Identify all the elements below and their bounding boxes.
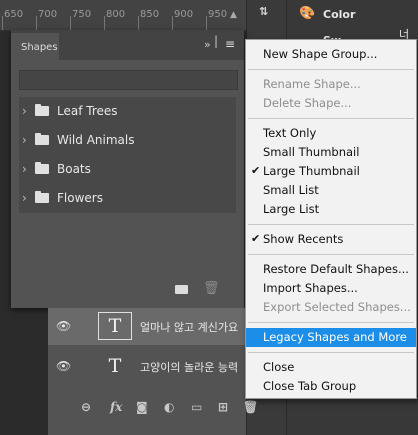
ruler-label: 750	[72, 9, 92, 20]
ruler-label: 950	[208, 9, 228, 20]
menu-item-large-list[interactable]: Large List	[246, 200, 416, 219]
color-label: Color	[323, 8, 356, 21]
fx-icon[interactable]: fx	[110, 400, 122, 414]
menu-item-label: Close Tab Group	[263, 379, 357, 393]
ruler-label: 850	[140, 9, 160, 20]
shape-group-label: Boats	[57, 162, 91, 176]
menu-item-label: Export Selected Shapes...	[263, 300, 411, 314]
text-layer-thumbnail: T	[108, 355, 122, 377]
folder-icon	[35, 133, 49, 145]
shape-group-row[interactable]: › Flowers	[19, 184, 236, 213]
separator-icon: |	[214, 34, 219, 48]
adjustment-icon[interactable]: ◐	[164, 400, 174, 414]
search-input[interactable]	[19, 70, 238, 90]
shape-group-row[interactable]: › Leaf Trees	[19, 97, 236, 126]
menu-item-rename-shape: Rename Shape...	[246, 75, 416, 94]
checkmark-icon: ✔	[251, 164, 261, 177]
text-layer-thumbnail: T	[98, 312, 132, 340]
collapse-icon[interactable]: »	[204, 38, 211, 51]
menu-item-export-selected-shapes: Export Selected Shapes...	[246, 298, 416, 317]
menu-item-label: Legacy Shapes and More	[263, 330, 407, 344]
mask-icon[interactable]: ◙	[136, 400, 148, 414]
chevron-right-icon[interactable]: ›	[22, 133, 27, 147]
layers-panel: 👁 T 얼마나 않고 계신가요 👁 T 고양이의 놀라운 능력 ⊖ fx ◙ ◐…	[48, 308, 258, 435]
horizontal-ruler[interactable]: 650 700 750 800 850 900 950 ▲	[0, 0, 246, 31]
menu-item-label: Import Shapes...	[263, 281, 358, 295]
menu-item-text-only[interactable]: Text Only	[246, 124, 416, 143]
menu-separator	[248, 254, 414, 255]
layer-row[interactable]: 👁 T 얼마나 않고 계신가요	[48, 308, 246, 345]
menu-item-small-thumbnail[interactable]: Small Thumbnail	[246, 143, 416, 162]
checkmark-icon: ✔	[251, 232, 261, 245]
menu-item-label: Small Thumbnail	[263, 145, 360, 159]
shape-group-row[interactable]: › Boats	[19, 155, 236, 184]
ruler-label: 650	[4, 9, 24, 20]
shape-group-label: Flowers	[57, 191, 103, 205]
menu-item-label: Close	[263, 360, 295, 374]
eye-icon[interactable]: 👁	[56, 359, 71, 373]
tab-shapes[interactable]: Shapes	[11, 33, 59, 60]
eye-icon[interactable]: 👁	[56, 319, 71, 333]
menu-separator	[248, 69, 414, 70]
menu-item-legacy-shapes-and-more[interactable]: Legacy Shapes and More	[246, 328, 416, 347]
chevron-right-icon[interactable]: ›	[22, 162, 27, 176]
folder-icon[interactable]: ▭	[191, 400, 202, 414]
folder-icon	[35, 191, 49, 203]
shapes-panel-footer: 🗑	[11, 274, 244, 308]
menu-item-close[interactable]: Close	[246, 358, 416, 377]
menu-item-label: Rename Shape...	[263, 77, 361, 91]
ruler-label: 700	[38, 9, 58, 20]
menu-item-label: Restore Default Shapes...	[263, 262, 409, 276]
menu-item-label: Show Recents	[263, 232, 344, 246]
folder-icon	[35, 104, 49, 116]
sort-icon[interactable]: ⇅	[259, 5, 268, 18]
shapes-title: Shapes	[21, 42, 58, 53]
menu-item-large-thumbnail[interactable]: ✔ Large Thumbnail	[246, 162, 416, 181]
panel-menu-icon[interactable]: ≡	[225, 37, 235, 51]
shape-group-label: Wild Animals	[57, 133, 135, 147]
layer-row[interactable]: 👁 T 고양이의 놀라운 능력	[48, 351, 246, 381]
ruler-collapse-icon[interactable]: ▲	[230, 10, 237, 20]
menu-separator	[248, 352, 414, 353]
shapes-panel: Shapes » | ≡ › Leaf Trees › Wild Animals…	[11, 30, 244, 308]
shape-group-label: Leaf Trees	[57, 104, 118, 118]
shape-group-row[interactable]: › Wild Animals	[19, 126, 236, 155]
ruler-label: 900	[174, 9, 194, 20]
palette-icon: 🎨	[299, 6, 316, 21]
new-layer-icon[interactable]: ⊞	[218, 400, 228, 414]
ruler-label: 800	[106, 9, 126, 20]
menu-item-label: Small List	[263, 183, 319, 197]
chevron-right-icon[interactable]: ›	[22, 191, 27, 205]
menu-item-restore-default-shapes[interactable]: Restore Default Shapes...	[246, 260, 416, 279]
layers-footer: ⊖ fx ◙ ◐ ▭ ⊞ 🗑	[48, 392, 258, 422]
menu-item-label: Large Thumbnail	[263, 164, 360, 178]
layer-name[interactable]: 얼마나 않고 계신가요	[140, 319, 238, 335]
menu-item-new-shape-group[interactable]: New Shape Group...	[246, 45, 416, 64]
menu-separator	[248, 118, 414, 119]
menu-separator	[248, 224, 414, 225]
menu-item-show-recents[interactable]: ✔ Show Recents	[246, 230, 416, 249]
menu-item-import-shapes[interactable]: Import Shapes...	[246, 279, 416, 298]
trash-icon[interactable]: 🗑	[243, 400, 258, 414]
link-icon[interactable]: ⊖	[81, 400, 91, 414]
trash-icon[interactable]: 🗑	[203, 281, 220, 296]
chevron-right-icon[interactable]: ›	[22, 104, 27, 118]
shape-group-list: › Leaf Trees › Wild Animals › Boats › Fl…	[19, 97, 236, 213]
shapes-panel-menu: New Shape Group... Rename Shape... Delet…	[245, 39, 417, 399]
menu-separator	[248, 322, 414, 323]
new-group-folder-icon[interactable]	[175, 285, 188, 294]
menu-item-small-list[interactable]: Small List	[246, 181, 416, 200]
menu-item-label: Text Only	[263, 126, 317, 140]
menu-item-close-tab-group[interactable]: Close Tab Group	[246, 377, 416, 396]
folder-icon	[35, 162, 49, 174]
shapes-panel-header: Shapes » | ≡	[11, 30, 244, 60]
menu-item-delete-shape: Delete Shape...	[246, 94, 416, 113]
layer-name[interactable]: 고양이의 놀라운 능력	[140, 359, 238, 375]
menu-item-label: New Shape Group...	[263, 47, 378, 61]
menu-item-label: Delete Shape...	[263, 96, 352, 110]
menu-item-label: Large List	[263, 202, 320, 216]
